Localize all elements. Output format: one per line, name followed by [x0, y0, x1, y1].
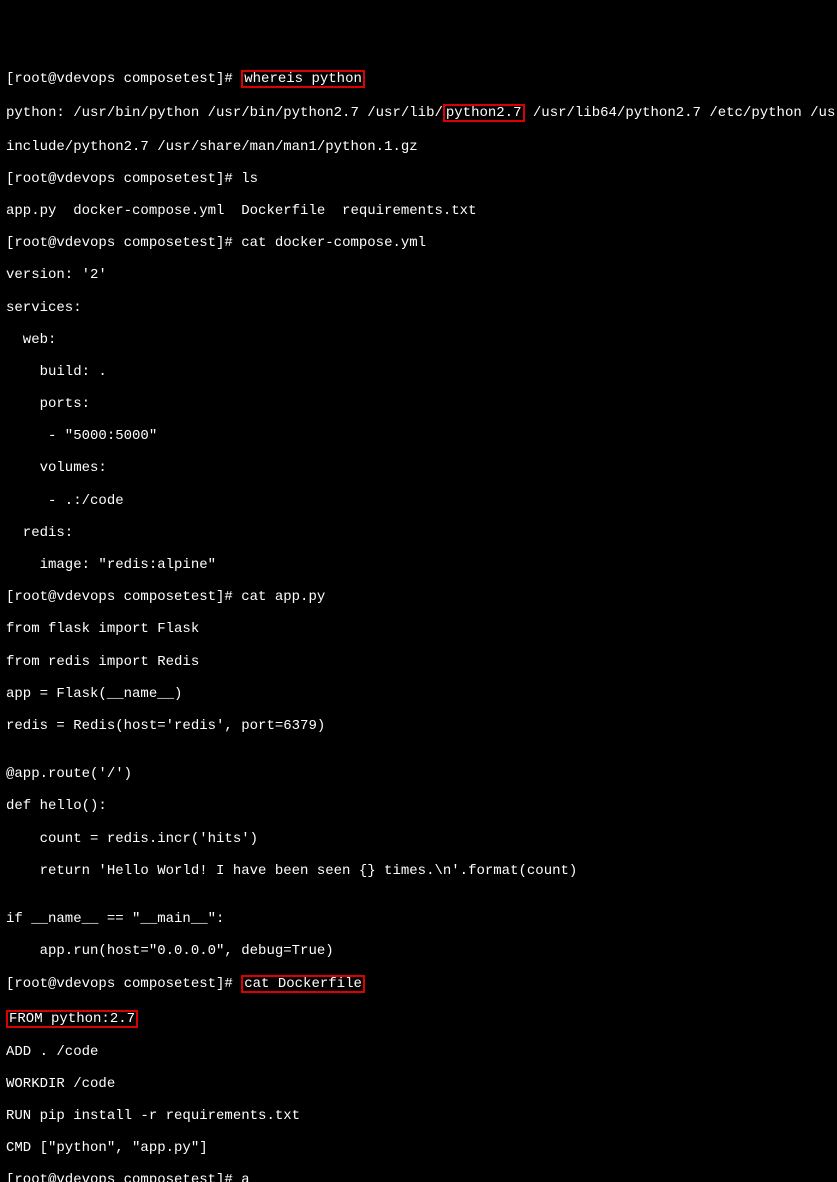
compose-line: volumes:: [6, 460, 831, 476]
shell-prompt: [root@vdevops composetest]#: [6, 589, 241, 605]
app-line: @app.route('/'): [6, 766, 831, 782]
compose-line: version: '2': [6, 267, 831, 283]
docker-line: CMD ["python", "app.py"]: [6, 1140, 831, 1156]
app-line: count = redis.incr('hits'): [6, 831, 831, 847]
whereis-output-part1: python: /usr/bin/python /usr/bin/python2…: [6, 105, 443, 121]
cmd-cat-dockerfile: cat Dockerfile: [241, 975, 365, 993]
cmd-whereis-python: whereis python: [241, 70, 365, 88]
app-line: return 'Hello World! I have been seen {}…: [6, 863, 831, 879]
shell-prompt: [root@vdevops composetest]#: [6, 976, 241, 992]
compose-line: redis:: [6, 525, 831, 541]
shell-prompt: [root@vdevops composetest]#: [6, 171, 241, 187]
cmd-ls: ls: [241, 171, 258, 187]
shell-prompt: [root@vdevops composetest]#: [6, 1172, 241, 1182]
cmd-cat-compose: cat docker-compose.yml: [241, 235, 426, 251]
whereis-output-part3: include/python2.7 /usr/share/man/man1/py…: [6, 139, 418, 155]
compose-line: build: .: [6, 364, 831, 380]
terminal-line[interactable]: [root@vdevops composetest]# cat docker-c…: [6, 235, 831, 251]
app-line: if __name__ == "__main__":: [6, 911, 831, 927]
terminal-line: python: /usr/bin/python /usr/bin/python2…: [6, 104, 831, 122]
cmd-partial-input[interactable]: a: [241, 1172, 249, 1182]
app-line: from redis import Redis: [6, 654, 831, 670]
app-line: app.run(host="0.0.0.0", debug=True): [6, 943, 831, 959]
terminal-line: app.py docker-compose.yml Dockerfile req…: [6, 203, 831, 219]
docker-line: WORKDIR /code: [6, 1076, 831, 1092]
compose-line: services:: [6, 300, 831, 316]
terminal-line[interactable]: [root@vdevops composetest]# cat Dockerfi…: [6, 975, 831, 993]
app-line: redis = Redis(host='redis', port=6379): [6, 718, 831, 734]
whereis-output-part2: /usr/lib64/python2.7 /etc/python /usr/: [525, 105, 837, 121]
docker-line: RUN pip install -r requirements.txt: [6, 1108, 831, 1124]
app-line: from flask import Flask: [6, 621, 831, 637]
compose-line: - "5000:5000": [6, 428, 831, 444]
app-line: app = Flask(__name__): [6, 686, 831, 702]
shell-prompt: [root@vdevops composetest]#: [6, 235, 241, 251]
compose-line: web:: [6, 332, 831, 348]
compose-line: - .:/code: [6, 493, 831, 509]
shell-prompt: [root@vdevops composetest]#: [6, 71, 241, 87]
docker-line: ADD . /code: [6, 1044, 831, 1060]
terminal-line[interactable]: [root@vdevops composetest]# ls: [6, 171, 831, 187]
terminal-line[interactable]: [root@vdevops composetest]# a: [6, 1172, 831, 1182]
whereis-python27-highlight: python2.7: [443, 104, 525, 122]
terminal-line[interactable]: [root@vdevops composetest]# whereis pyth…: [6, 70, 831, 88]
compose-line: ports:: [6, 396, 831, 412]
docker-line: FROM python:2.7: [6, 1010, 831, 1028]
app-line: def hello():: [6, 798, 831, 814]
ls-output: app.py docker-compose.yml Dockerfile req…: [6, 203, 476, 219]
dockerfile-from: FROM python:2.7: [6, 1010, 138, 1028]
cmd-cat-app: cat app.py: [241, 589, 325, 605]
compose-line: image: "redis:alpine": [6, 557, 831, 573]
terminal-line[interactable]: [root@vdevops composetest]# cat app.py: [6, 589, 831, 605]
terminal-line: include/python2.7 /usr/share/man/man1/py…: [6, 139, 831, 155]
